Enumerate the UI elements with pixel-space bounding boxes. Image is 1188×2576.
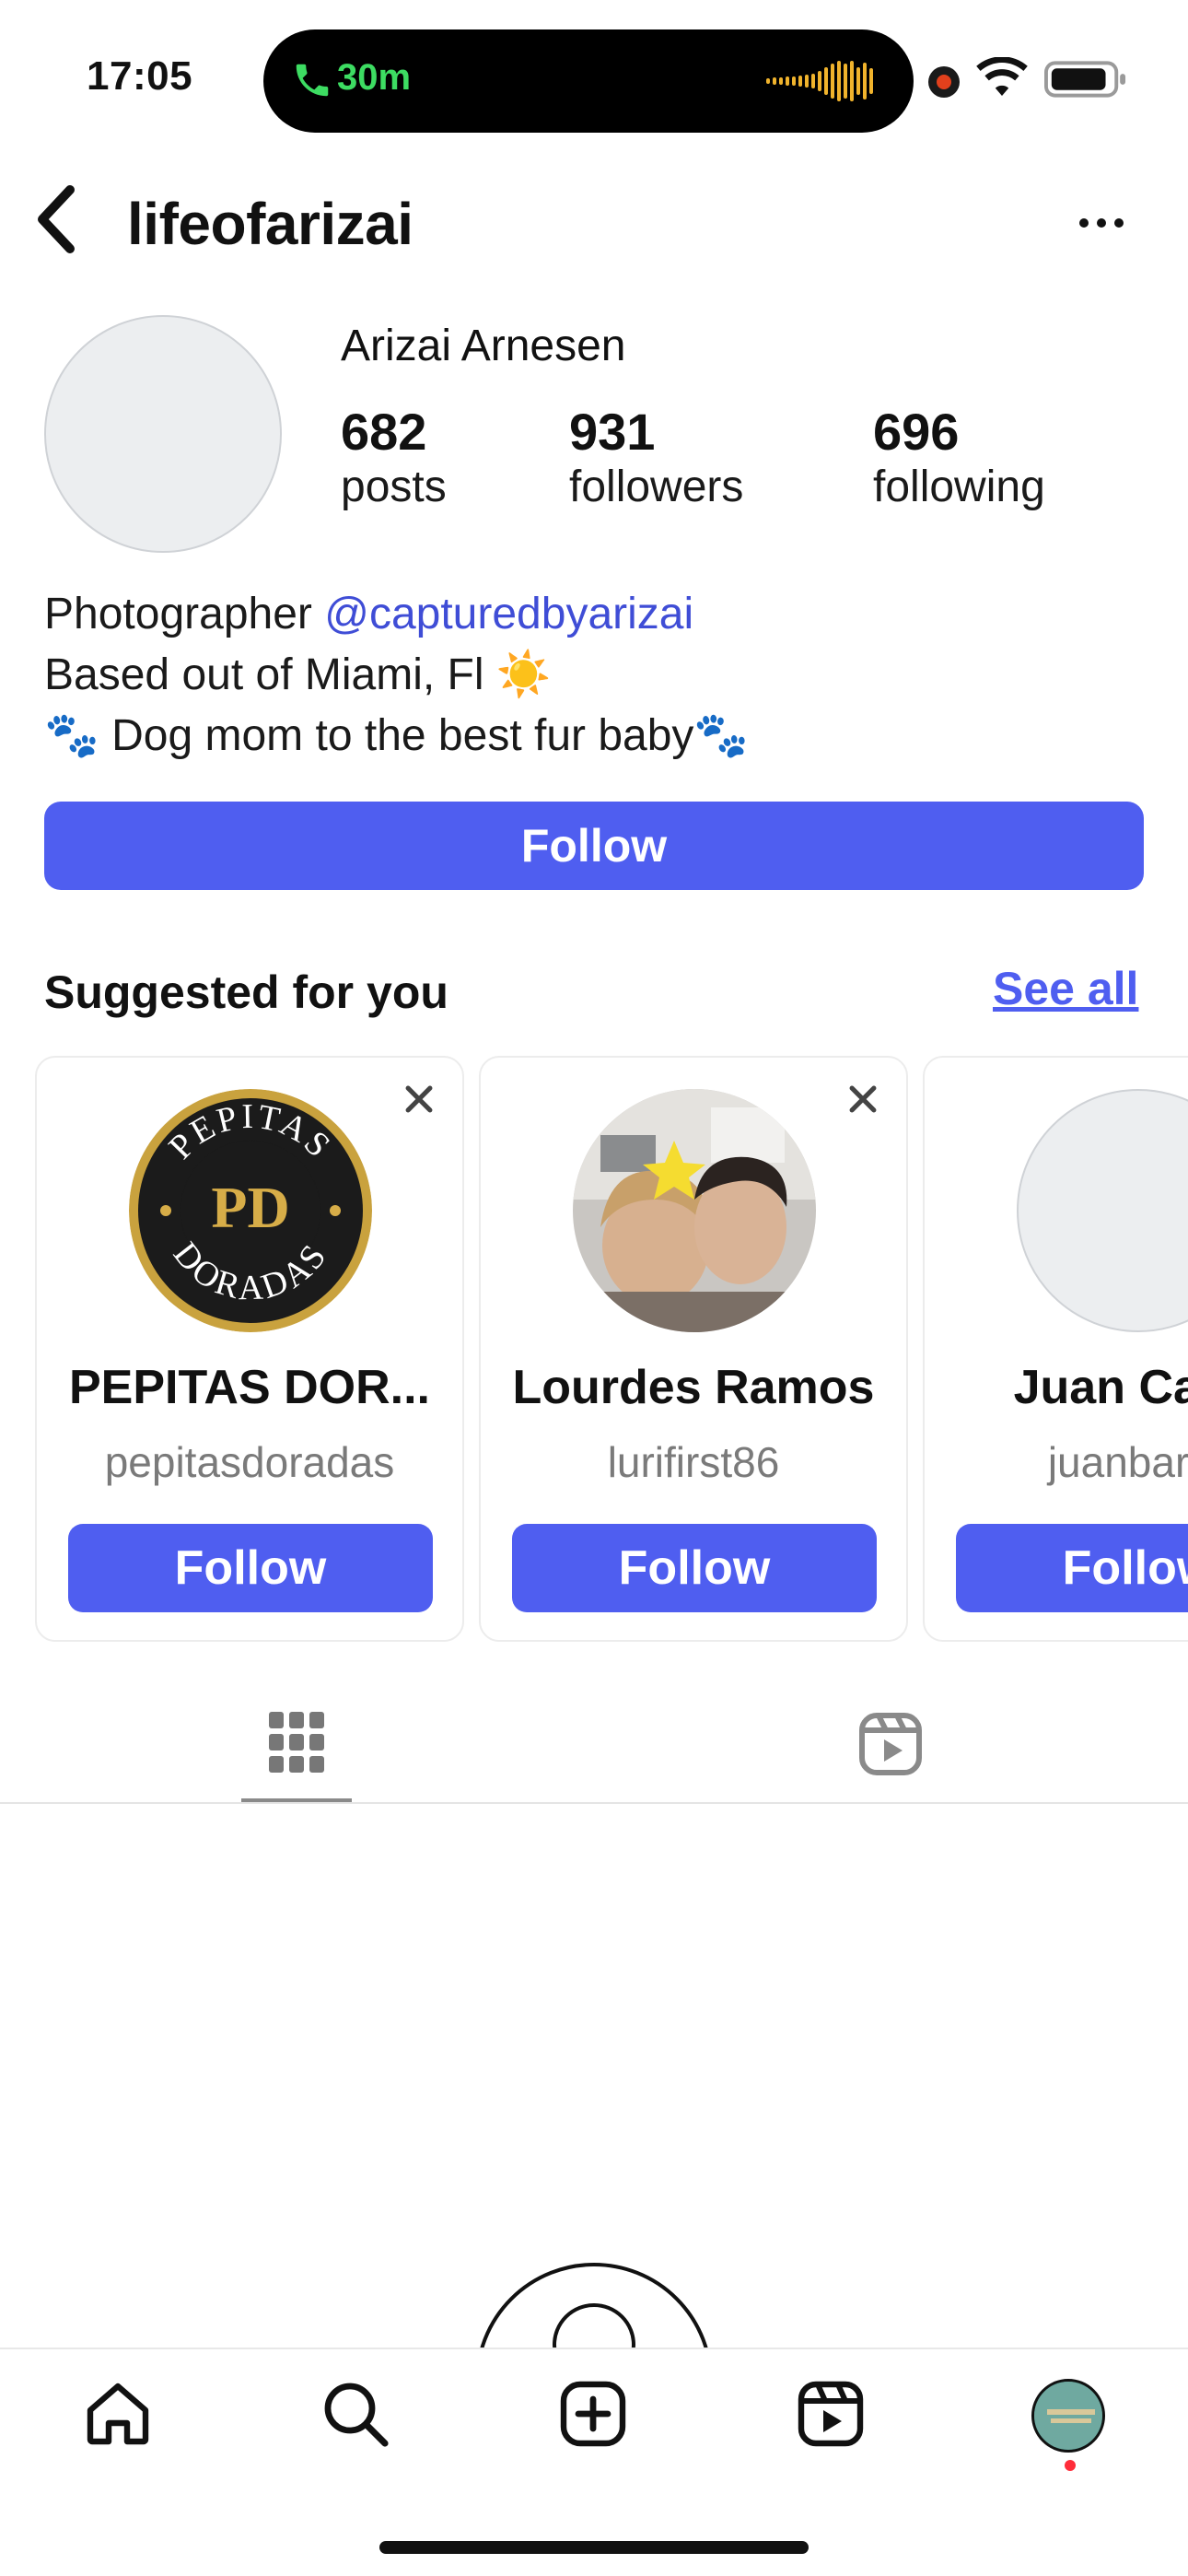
suggestion-follow-button[interactable]: Follow bbox=[68, 1524, 433, 1612]
create-icon[interactable] bbox=[558, 2379, 628, 2449]
audio-wave-icon bbox=[766, 61, 877, 101]
stat-following-label: following bbox=[873, 463, 1045, 511]
suggestion-avatar[interactable] bbox=[1017, 1089, 1188, 1332]
follow-button[interactable]: Follow bbox=[44, 802, 1144, 890]
stat-posts[interactable]: 682 posts bbox=[341, 402, 447, 512]
stat-followers-value: 931 bbox=[569, 403, 656, 461]
recording-indicator-icon bbox=[928, 66, 960, 98]
stat-followers[interactable]: 931 followers bbox=[569, 402, 743, 512]
bio-mention-link[interactable]: @capturedbyarizai bbox=[324, 590, 693, 638]
profile-full-name: Arizai Arnesen bbox=[341, 322, 626, 370]
stat-following-value: 696 bbox=[873, 403, 960, 461]
tabs-divider bbox=[0, 1802, 1188, 1804]
grid-tab-icon[interactable] bbox=[269, 1712, 324, 1773]
back-chevron-icon[interactable] bbox=[33, 184, 81, 254]
wifi-icon bbox=[976, 57, 1028, 96]
suggestion-handle: pepitasdoradas bbox=[104, 1438, 395, 1486]
suggestion-card: PEPITAS DORADAS PD PEPITAS DOR... pepita… bbox=[35, 1056, 464, 1642]
suggestion-follow-button[interactable]: Follow bbox=[956, 1524, 1188, 1612]
suggestion-avatar[interactable] bbox=[573, 1089, 816, 1332]
bio-line-2: Based out of Miami, Fl ☀️ bbox=[44, 650, 552, 699]
suggestion-card: Lourdes Ramos lurifirst86 Follow bbox=[479, 1056, 908, 1642]
search-icon[interactable] bbox=[320, 2379, 390, 2449]
profile-username: lifeofarizai bbox=[127, 191, 413, 257]
stat-posts-value: 682 bbox=[341, 403, 427, 461]
see-all-link[interactable]: See all bbox=[993, 962, 1138, 1015]
profile-avatar[interactable] bbox=[44, 315, 282, 553]
suggestion-avatar[interactable]: PEPITAS DORADAS PD bbox=[129, 1089, 372, 1332]
suggestion-name[interactable]: Lourdes Ramos bbox=[481, 1360, 906, 1415]
reels-tab-icon[interactable] bbox=[858, 1712, 923, 1776]
bio-line-1: Photographer @capturedbyarizai bbox=[44, 584, 749, 645]
profile-tab-avatar[interactable] bbox=[1031, 2379, 1105, 2453]
stat-followers-label: followers bbox=[569, 463, 744, 511]
home-icon[interactable] bbox=[83, 2379, 153, 2449]
more-options-icon[interactable] bbox=[1077, 216, 1125, 230]
suggestion-name[interactable]: PEPITAS DOR... bbox=[37, 1360, 462, 1415]
status-time: 17:05 bbox=[87, 53, 193, 99]
battery-icon bbox=[1044, 61, 1126, 98]
suggestion-follow-button[interactable]: Follow bbox=[512, 1524, 877, 1612]
stat-following[interactable]: 696 following bbox=[873, 402, 1045, 512]
suggestion-handle: juanbarro bbox=[1047, 1438, 1188, 1486]
call-duration: 30m bbox=[337, 57, 412, 98]
logo-monogram: PD bbox=[211, 1175, 289, 1240]
suggestion-name[interactable]: Juan Carlo bbox=[925, 1360, 1188, 1415]
phone-icon bbox=[296, 64, 329, 97]
profile-bio: Photographer @capturedbyarizai Based out… bbox=[44, 584, 749, 767]
suggestion-card: Juan Carlo juanbarro Follow bbox=[923, 1056, 1188, 1642]
selfie-photo-icon bbox=[573, 1089, 816, 1332]
stat-posts-label: posts bbox=[341, 463, 447, 511]
pepitas-doradas-logo-icon: PEPITAS DORADAS PD bbox=[129, 1089, 372, 1332]
dynamic-island-call[interactable]: 30m bbox=[263, 29, 914, 133]
reels-icon[interactable] bbox=[796, 2379, 866, 2449]
home-indicator bbox=[379, 2541, 809, 2554]
dismiss-icon[interactable] bbox=[403, 1083, 435, 1115]
dismiss-icon[interactable] bbox=[847, 1083, 879, 1115]
bio-prefix: Photographer bbox=[44, 590, 325, 638]
suggested-title: Suggested for you bbox=[44, 966, 448, 1018]
suggestion-handle: lurifirst86 bbox=[607, 1438, 780, 1486]
bio-line-3: 🐾 Dog mom to the best fur baby🐾 bbox=[44, 711, 750, 760]
notification-dot bbox=[1065, 2460, 1076, 2471]
